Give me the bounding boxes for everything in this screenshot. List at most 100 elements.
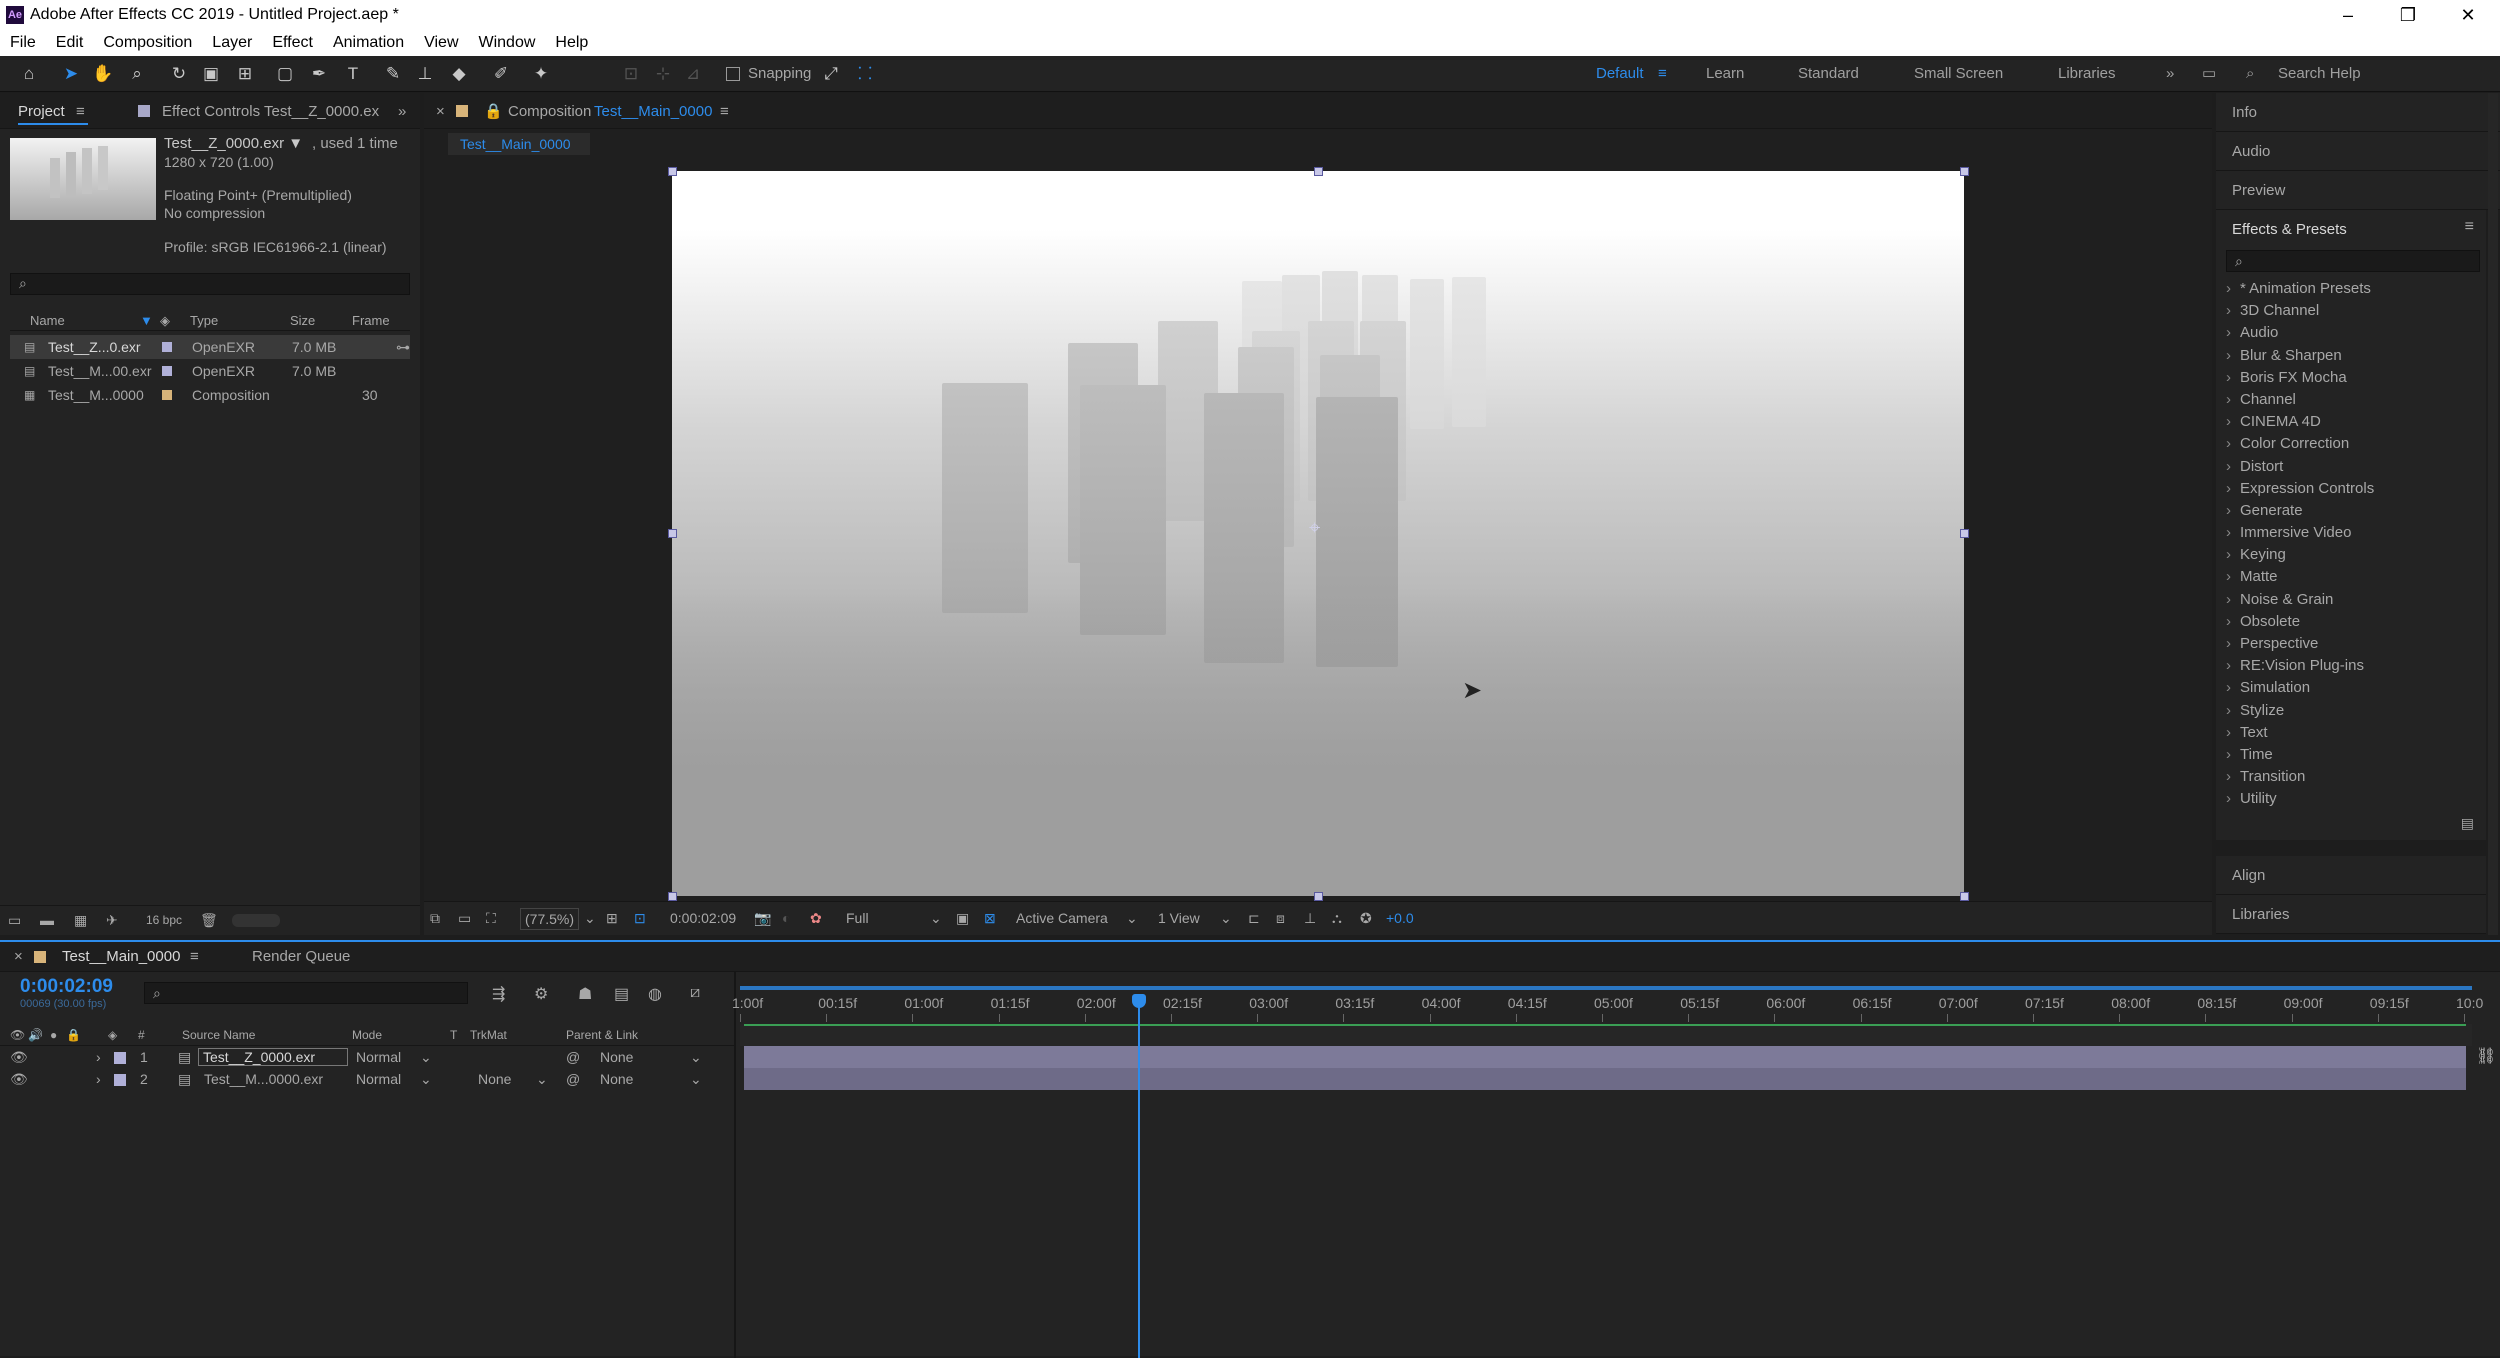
effect-category[interactable]: Generate [2216,500,2486,522]
transform-handle[interactable] [668,167,677,176]
roto-brush-tool-icon[interactable]: ✐ [488,62,514,86]
workspace-menu-icon[interactable]: ≡ [1658,56,1667,92]
mask-visibility-icon[interactable]: ⛶ [486,902,496,934]
transform-handle[interactable] [668,892,677,901]
axis-mode-icon[interactable]: ⊡ [618,62,644,86]
effect-category[interactable]: CINEMA 4D [2216,411,2486,433]
eraser-tool-icon[interactable]: ◆ [446,62,472,86]
timeline-icon[interactable]: ⊥ [1304,902,1316,934]
interpret-icon[interactable]: ▭ [8,906,21,934]
column-trkmat[interactable]: TrkMat [470,1024,507,1046]
column-name[interactable]: Name [30,311,65,331]
brush-tool-icon[interactable]: ✎ [380,62,406,86]
effect-category[interactable]: Channel [2216,389,2486,411]
transform-handle[interactable] [668,529,677,538]
view-layout-dropdown[interactable]: 1 View [1158,902,1200,934]
zoom-dropdown[interactable]: (77.5%) [520,908,580,930]
transform-handle[interactable] [1960,892,1969,901]
effects-search-input[interactable]: ⌕ [2226,250,2480,272]
column-type[interactable]: Type [190,311,218,331]
menu-animation[interactable]: Animation [323,30,414,56]
effect-category[interactable]: Audio [2216,322,2486,344]
menu-help[interactable]: Help [545,30,598,56]
always-preview-icon[interactable]: ⧉ [430,902,440,934]
anchor-point-icon[interactable]: ⌖ [1309,517,1320,540]
menu-effect[interactable]: Effect [262,30,323,56]
graph-editor-icon[interactable]: ⧄ [690,984,700,1002]
effect-category[interactable]: Stylize [2216,700,2486,722]
camera-dropdown[interactable]: Active Camera [1016,902,1108,934]
snap-features-icon[interactable]: ⸬ [852,62,878,86]
workspace-standard[interactable]: Standard [1798,56,1859,92]
effect-category[interactable]: 3D Channel [2216,300,2486,322]
layer-duration-bar[interactable] [744,1068,2466,1090]
minimize-button[interactable]: – [2320,0,2376,30]
camera-tool-icon[interactable]: ▣ [198,62,224,86]
menu-layer[interactable]: Layer [202,30,262,56]
eye-icon[interactable]: 👁 [10,1068,28,1090]
new-composition-icon[interactable]: ▦ [74,906,87,934]
sort-arrow-icon[interactable]: ▼ [140,311,153,331]
effect-category[interactable]: Text [2216,722,2486,744]
resolution-dropdown[interactable]: Full [846,902,869,934]
zoom-tool-icon[interactable]: ⌕ [124,62,150,86]
layer-name[interactable]: Test__M...0000.exr [204,1068,323,1090]
close-tab-icon[interactable]: × [436,97,445,127]
fast-preview-icon[interactable]: ▣ [956,902,969,934]
info-panel-tab[interactable]: Info [2216,93,2500,132]
snapshot-icon[interactable]: 📷 [754,902,771,934]
show-snapshot-icon[interactable]: ◐ [782,902,790,934]
puppet-pin-tool-icon[interactable]: ✦ [528,62,554,86]
draft-3d-icon[interactable]: ⚙ [534,984,548,1004]
clone-stamp-tool-icon[interactable]: ⊥ [412,62,438,86]
layer-row[interactable]: 👁 › 1 ▤ Test__Z_0000.exr Normal ⌄ @ None… [0,1046,735,1068]
blend-mode-dropdown[interactable]: Normal [356,1046,401,1068]
snapping-checkbox[interactable] [726,67,740,81]
pick-whip-icon[interactable]: @ [566,1046,580,1068]
expand-chevron-icon[interactable]: › [96,1046,101,1068]
toggle-pixel-aspect-icon[interactable]: ⊏ [1248,902,1260,934]
project-settings-icon[interactable]: ✈ [106,906,118,934]
effect-category[interactable]: Simulation [2216,677,2486,699]
close-tab-icon[interactable]: × [14,942,23,972]
search-help-input[interactable]: Search Help [2278,56,2361,92]
reset-exposure-icon[interactable]: ✪ [1360,902,1372,934]
effect-category[interactable]: Blur & Sharpen [2216,345,2486,367]
close-button[interactable]: ✕ [2440,0,2496,30]
effect-category[interactable]: Expression Controls [2216,478,2486,500]
project-tab-menu-icon[interactable]: ≡ [76,97,85,127]
exposure-value[interactable]: +0.0 [1386,902,1414,934]
transform-handle[interactable] [1314,892,1323,901]
time-ruler[interactable]: 1:00f 00:15f 01:00f 01:15f 02:00f 02:15f 03:00… [732,992,2483,1022]
panel-overflow-icon[interactable]: » [398,97,406,127]
eye-icon[interactable]: 👁 [10,1046,28,1068]
display-icon[interactable]: ▭ [458,902,471,934]
track-matte-dropdown[interactable]: None [478,1068,511,1090]
workspace-small-screen[interactable]: Small Screen [1914,56,2003,92]
type-tool-icon[interactable]: T [340,62,366,86]
list-item[interactable]: ▦ Test__M...0000 Composition 30 [10,383,410,407]
shy-layers-icon[interactable]: ☗ [578,984,592,1004]
transform-handle[interactable] [1960,529,1969,538]
effect-controls-tab[interactable]: Effect Controls Test__Z_0000.ex [162,97,379,127]
fit-icon[interactable]: ⊞ [606,902,618,934]
viewer-timecode[interactable]: 0:00:02:09 [670,902,736,934]
workspace-overflow-icon[interactable]: » [2166,56,2174,92]
work-area-bar[interactable] [740,986,2472,990]
right-panel-scrollbar[interactable] [2488,93,2498,935]
view-axis-icon[interactable]: ⊿ [680,62,706,86]
blend-mode-dropdown[interactable]: Normal [356,1068,401,1090]
menu-edit[interactable]: Edit [46,30,94,56]
menu-window[interactable]: Window [469,30,546,56]
render-queue-tab[interactable]: Render Queue [252,942,350,972]
home-icon[interactable]: ⌂ [16,62,42,86]
comp-marker-icon[interactable]: ⛓ [2476,1046,2496,1066]
current-timecode[interactable]: 0:00:02:09 [20,976,113,998]
playhead[interactable] [1132,994,1147,1358]
maximize-button[interactable]: ❐ [2380,0,2436,30]
comp-flowchart-icon[interactable]: ⇶ [492,984,505,1004]
rotate-tool-icon[interactable]: ↻ [166,62,192,86]
lock-icon[interactable]: 🔒 [484,97,503,127]
footage-name[interactable]: Test__Z_0000.exr ▼ [164,135,303,152]
transparency-grid-icon[interactable]: ⊠ [984,902,996,934]
